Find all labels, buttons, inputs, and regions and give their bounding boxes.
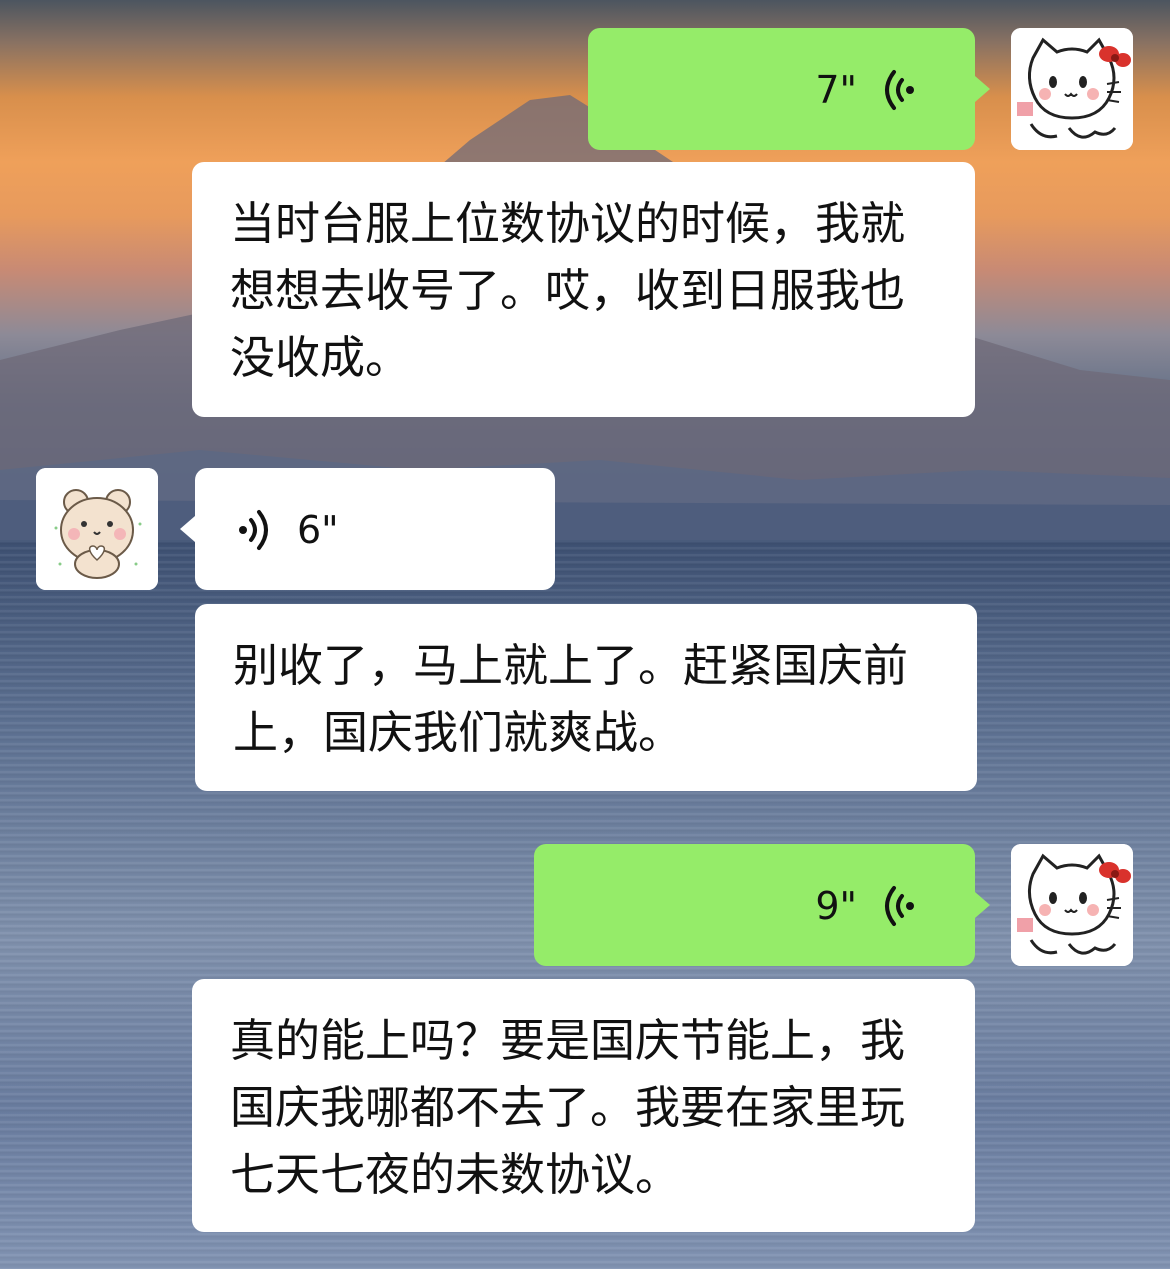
voice-duration: 7" bbox=[815, 68, 857, 112]
contact-avatar[interactable] bbox=[36, 468, 158, 590]
bubble-tail bbox=[180, 516, 195, 542]
transcript-bubble[interactable]: 真的能上吗？要是国庆节能上，我国庆我哪都不去了。我要在家里玩七天七夜的未数协议。 bbox=[192, 979, 975, 1232]
voice-duration: 9" bbox=[815, 884, 857, 928]
transcript-bubble[interactable]: 别收了，马上就上了。赶紧国庆前上，国庆我们就爽战。 bbox=[195, 604, 977, 791]
transcript-bubble[interactable]: 当时台服上位数协议的时候，我就想想去收号了。哎，收到日服我也没收成。 bbox=[192, 162, 975, 417]
voice-duration: 6" bbox=[297, 508, 339, 552]
hello-kitty-cat-icon bbox=[1011, 844, 1133, 966]
my-avatar[interactable] bbox=[1011, 28, 1133, 150]
transcript-text: 别收了，马上就上了。赶紧国庆前上，国庆我们就爽战。 bbox=[233, 639, 909, 759]
hello-kitty-cat-icon bbox=[1011, 28, 1133, 150]
bubble-tail bbox=[975, 892, 990, 918]
voice-wave-icon bbox=[239, 510, 268, 550]
voice-bubble[interactable]: 7" bbox=[588, 28, 975, 150]
transcript-text: 真的能上吗？要是国庆节能上，我国庆我哪都不去了。我要在家里玩七天七夜的未数协议。 bbox=[230, 1014, 906, 1201]
voice-wave-icon bbox=[885, 70, 914, 110]
bear-heart-icon bbox=[36, 468, 158, 590]
voice-wave-icon bbox=[885, 886, 914, 926]
transcript-text: 当时台服上位数协议的时候，我就想想去收号了。哎，收到日服我也没收成。 bbox=[230, 197, 906, 384]
voice-bubble[interactable]: 6" bbox=[195, 468, 555, 590]
bubble-tail bbox=[975, 76, 990, 102]
my-avatar[interactable] bbox=[1011, 844, 1133, 966]
voice-bubble[interactable]: 9" bbox=[534, 844, 975, 966]
